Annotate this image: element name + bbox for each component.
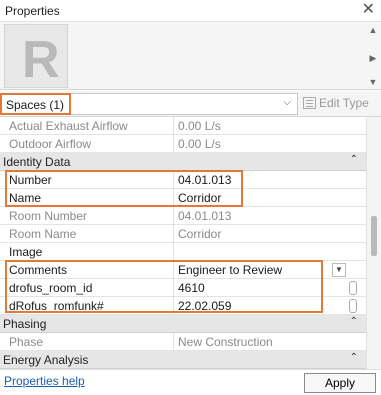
group-label: Identity Data: [3, 155, 71, 169]
properties-help-link[interactable]: Properties help: [4, 374, 85, 388]
title-bar: Properties ✕: [0, 0, 381, 22]
vertical-scrollbar[interactable]: [366, 117, 381, 369]
property-value: New Construction: [178, 335, 273, 349]
property-label: Name: [9, 191, 42, 205]
property-value-drofus-room-id[interactable]: 4610: [178, 281, 205, 295]
associate-parameter-button[interactable]: [349, 299, 357, 313]
collapse-icon[interactable]: ⌃: [350, 352, 358, 363]
edit-type-icon: [303, 97, 316, 109]
property-value-comments[interactable]: Engineer to Review: [178, 263, 282, 277]
group-label: Energy Analysis: [3, 353, 89, 367]
window-title: Properties: [5, 4, 60, 18]
property-row-outdoor-airflow: Outdoor Airflow 0.00 L/s: [0, 135, 366, 153]
property-label: dRofus_romfunk#: [9, 299, 104, 313]
properties-grid: Actual Exhaust Airflow 0.00 L/s Outdoor …: [0, 117, 366, 369]
property-label: Outdoor Airflow: [9, 137, 92, 151]
dropdown-button[interactable]: ▼: [332, 263, 346, 277]
property-row-drofus-room-id[interactable]: drofus_room_id 4610: [0, 279, 366, 297]
property-label: Image: [9, 245, 43, 259]
property-row-drofus-romfunk[interactable]: dRofus_romfunk# 22.02.059: [0, 297, 366, 315]
group-header-energy-analysis[interactable]: Energy Analysis ⌃: [0, 351, 366, 369]
apply-button[interactable]: Apply: [304, 373, 376, 393]
property-value-number[interactable]: 04.01.013: [178, 173, 231, 187]
chevron-down-icon: ⌵: [283, 97, 291, 108]
property-value: 0.00 L/s: [178, 137, 221, 151]
property-value-name[interactable]: Corridor: [178, 191, 221, 205]
group-header-phasing[interactable]: Phasing ⌃: [0, 315, 366, 333]
property-label: Actual Exhaust Airflow: [9, 119, 128, 133]
property-row-room-number: Room Number 04.01.013: [0, 207, 366, 225]
property-label: Room Name: [9, 227, 77, 241]
property-row-actual-exhaust-airflow: Actual Exhaust Airflow 0.00 L/s: [0, 117, 366, 135]
property-row-number[interactable]: Number 04.01.013: [0, 171, 366, 189]
property-row-name[interactable]: Name Corridor: [0, 189, 366, 207]
properties-footer: Properties help Apply: [0, 369, 381, 395]
group-header-identity-data[interactable]: Identity Data ⌃: [0, 153, 366, 171]
type-selector-value: Spaces (1): [6, 98, 65, 112]
associate-parameter-button[interactable]: [349, 281, 357, 295]
type-selector-bar: Spaces (1) ⌵ Edit Type: [0, 91, 381, 117]
revit-logo-icon: R: [4, 24, 68, 89]
property-label: Number: [9, 173, 52, 187]
property-label: Comments: [9, 263, 68, 277]
property-label: Phase: [9, 335, 44, 349]
property-label: drofus_room_id: [9, 281, 93, 295]
property-row-room-name: Room Name Corridor: [0, 225, 366, 243]
type-preview-panel: R ▲ ▶ ▼: [0, 22, 381, 90]
edit-type-button[interactable]: Edit Type: [303, 96, 369, 110]
chevron-up-icon[interactable]: ▲: [367, 24, 379, 36]
property-value: 0.00 L/s: [178, 119, 221, 133]
chevron-right-icon[interactable]: ▶: [367, 52, 379, 64]
scrollbar-thumb[interactable]: [371, 216, 377, 256]
property-label: Room Number: [9, 209, 88, 223]
property-row-image[interactable]: Image: [0, 243, 366, 261]
type-selector-dropdown[interactable]: Spaces (1) ⌵: [1, 93, 298, 115]
property-value-drofus-romfunk[interactable]: 22.02.059: [178, 299, 231, 313]
property-row-phase: Phase New Construction: [0, 333, 366, 351]
chevron-down-icon[interactable]: ▼: [367, 76, 379, 88]
property-value: 04.01.013: [178, 209, 232, 223]
logo-letter: R: [22, 31, 60, 87]
edit-type-label: Edit Type: [319, 96, 369, 110]
collapse-icon[interactable]: ⌃: [350, 316, 358, 327]
close-icon[interactable]: ✕: [362, 1, 375, 19]
property-row-comments[interactable]: Comments Engineer to Review ▼: [0, 261, 366, 279]
group-label: Phasing: [3, 317, 47, 331]
property-value: Corridor: [178, 227, 222, 241]
collapse-icon[interactable]: ⌃: [350, 154, 358, 165]
